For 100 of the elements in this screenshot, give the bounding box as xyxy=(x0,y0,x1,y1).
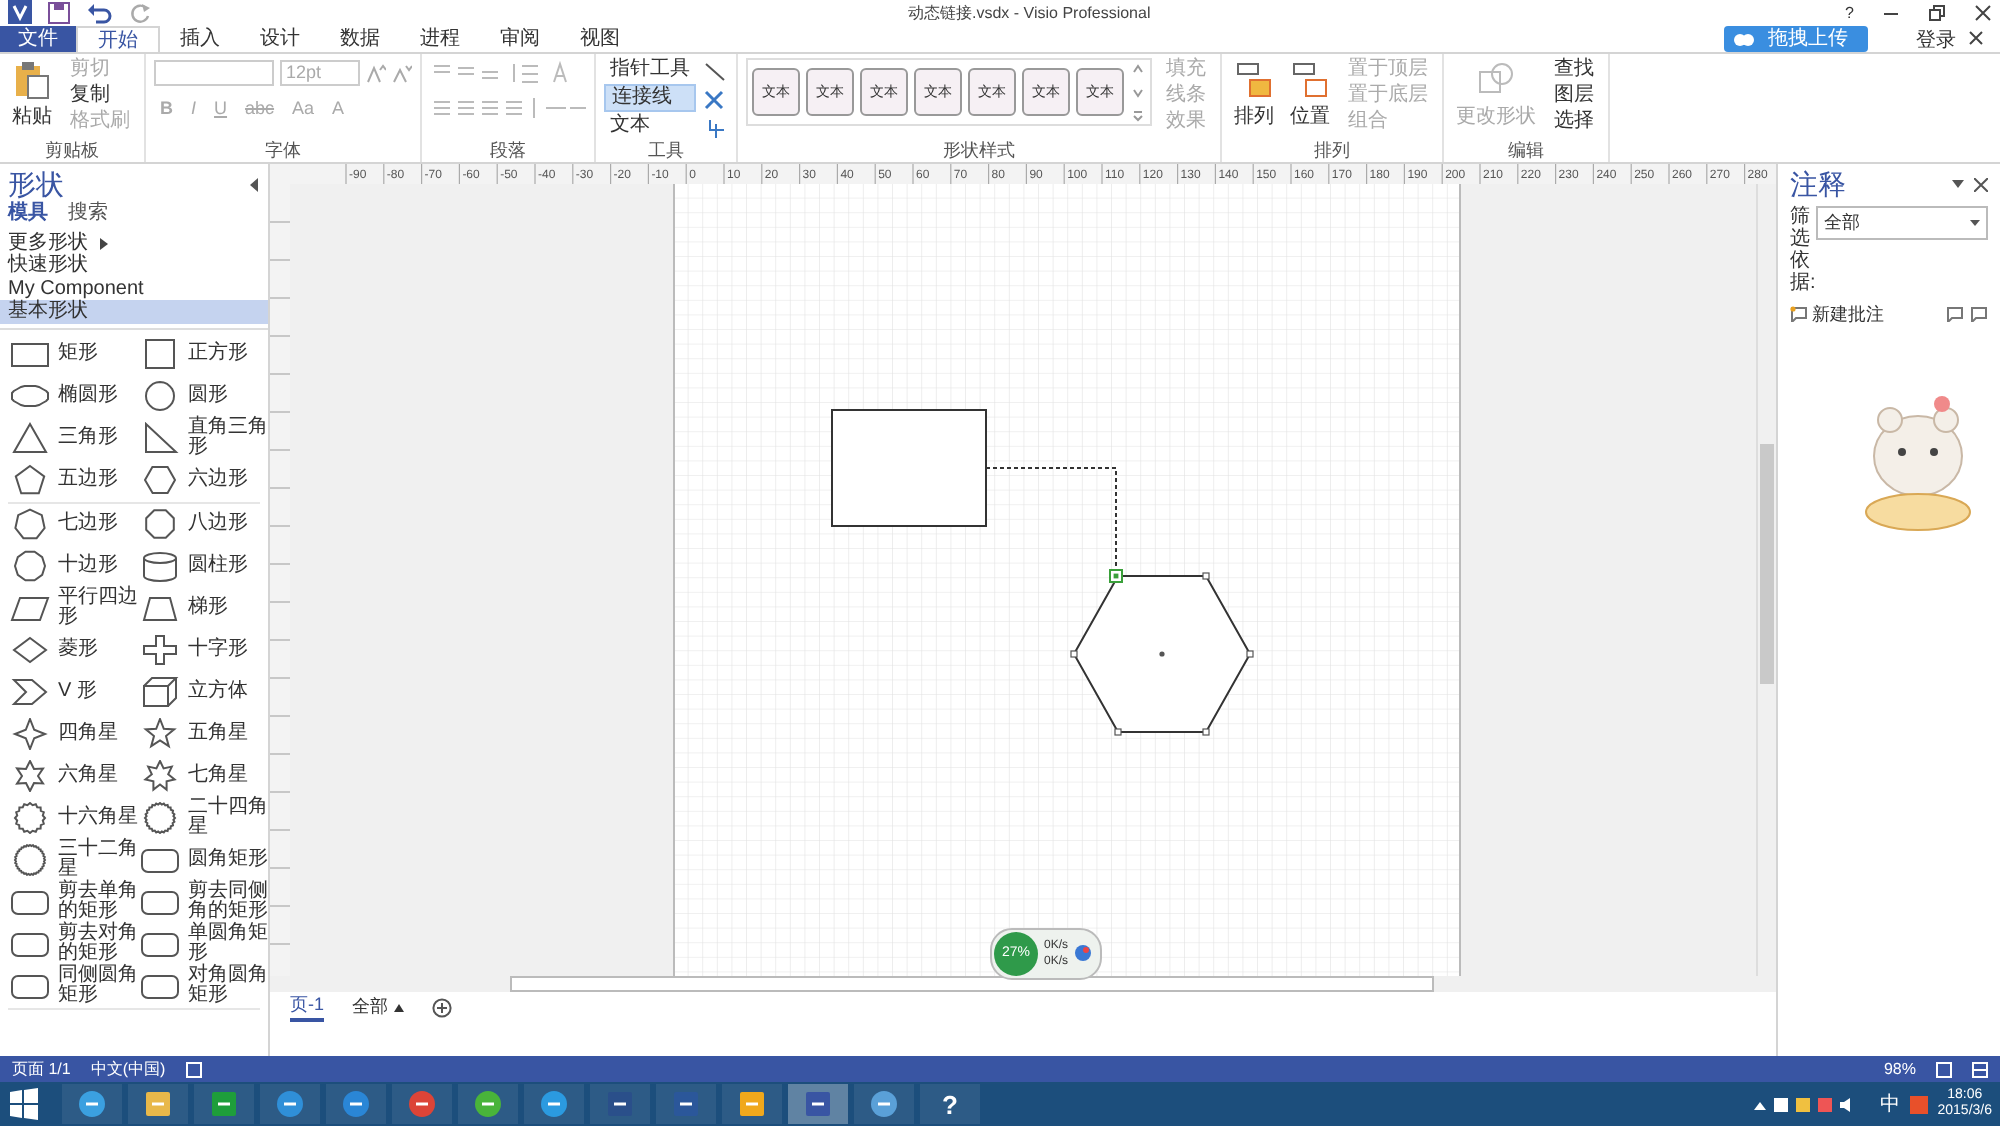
taskbar-app-icon[interactable] xyxy=(326,1084,386,1125)
ribbon-tab[interactable]: 数据 xyxy=(320,25,400,52)
dropdown-caret-icon[interactable] xyxy=(1952,180,1964,189)
ribbon-tab[interactable]: 视图 xyxy=(560,25,640,52)
shape-item[interactable]: 七边形 xyxy=(8,503,138,546)
connector-end-handle[interactable] xyxy=(1109,568,1123,583)
shape-item[interactable]: 梯形 xyxy=(138,587,268,630)
shape-item[interactable]: 六角星 xyxy=(8,755,138,798)
tool-button[interactable]: 连接线 xyxy=(604,83,696,112)
panel-tab[interactable]: 搜索 xyxy=(68,201,108,226)
shape-item[interactable]: 剪去单角的矩形 xyxy=(8,881,138,924)
add-page-icon[interactable] xyxy=(432,997,453,1018)
connection-point-icon[interactable] xyxy=(704,117,726,140)
shape-item[interactable]: 圆柱形 xyxy=(138,545,268,588)
close-icon[interactable] xyxy=(1968,30,1984,47)
new-comment-button[interactable]: 新建批注 xyxy=(1790,301,1940,328)
dashed-connector[interactable] xyxy=(985,466,1117,571)
shape-item[interactable]: 十边形 xyxy=(8,545,138,588)
login-link[interactable]: 登录 xyxy=(1916,25,1956,52)
shape-item[interactable]: 五边形 xyxy=(8,459,138,502)
previous-comment-icon[interactable] xyxy=(1946,306,1964,323)
stencil-item[interactable]: 快速形状 xyxy=(0,254,268,278)
ribbon-tab[interactable]: 进程 xyxy=(400,25,480,52)
font-name-field[interactable] xyxy=(154,60,274,87)
taskbar-app-icon[interactable] xyxy=(128,1084,188,1125)
shape-item[interactable]: 十字形 xyxy=(138,629,268,672)
filter-dropdown[interactable]: 全部 xyxy=(1816,205,1988,240)
taskbar-app-icon[interactable] xyxy=(722,1084,782,1125)
taskbar-app-icon[interactable] xyxy=(524,1084,584,1125)
shape-item[interactable]: 剪去同侧角的矩形 xyxy=(138,881,268,924)
all-pages-button[interactable]: 全部 xyxy=(352,994,405,1021)
shape-item[interactable]: 五角星 xyxy=(138,713,268,756)
taskbar-app-icon[interactable] xyxy=(788,1084,848,1125)
taskbar-app-icon[interactable] xyxy=(260,1084,320,1125)
help-button[interactable]: ? xyxy=(1845,3,1854,22)
ribbon-tab[interactable]: 审阅 xyxy=(480,25,560,52)
more-shapes-menu[interactable]: 更多形状 xyxy=(0,231,268,255)
paste-button[interactable]: 粘贴 xyxy=(8,57,56,132)
stencil-item[interactable]: 基本形状 xyxy=(0,300,268,324)
macro-icon[interactable] xyxy=(185,1061,202,1078)
shape-item[interactable]: 六边形 xyxy=(138,459,268,502)
ribbon-tab[interactable]: 文件 xyxy=(0,25,76,52)
shape-item[interactable]: 圆形 xyxy=(138,375,268,418)
switch-windows-icon[interactable] xyxy=(1972,1061,1988,1078)
shape-item[interactable]: 剪去对角的矩形 xyxy=(8,923,138,966)
shape-item[interactable]: 十六角星 xyxy=(8,797,138,840)
clipboard-button[interactable]: 复制 xyxy=(64,83,136,108)
editing-button[interactable]: 查找 xyxy=(1548,57,1600,82)
close-icon[interactable] xyxy=(704,89,724,110)
windows-start-icon[interactable] xyxy=(8,1088,40,1121)
close-icon[interactable] xyxy=(1974,177,1988,192)
shape-item[interactable]: 三十二角星 xyxy=(8,839,138,882)
tool-button[interactable]: 文本 xyxy=(604,113,696,138)
shape-item[interactable]: 椭圆形 xyxy=(8,375,138,418)
shape-item[interactable]: 三角形 xyxy=(8,417,138,460)
shape-item[interactable]: 平行四边形 xyxy=(8,587,138,630)
gallery-scroll-icon[interactable] xyxy=(1130,59,1146,124)
tool-button[interactable]: 指针工具 xyxy=(604,57,696,82)
help-taskbar-button[interactable]: ? xyxy=(920,1084,980,1125)
hexagon-shape[interactable] xyxy=(1070,572,1254,736)
shape-item[interactable]: 菱形 xyxy=(8,629,138,672)
editing-button[interactable]: 图层 xyxy=(1548,83,1600,108)
restore-icon[interactable] xyxy=(1928,3,1946,22)
page-tab[interactable]: 页-1 xyxy=(290,992,325,1023)
shape-item[interactable]: 圆角矩形 xyxy=(138,839,268,882)
save-icon[interactable] xyxy=(48,1,70,24)
shape-item[interactable]: 对角圆角矩形 xyxy=(138,965,268,1008)
stencil-item[interactable]: My Component xyxy=(0,277,268,301)
rectangle-shape[interactable] xyxy=(831,408,987,527)
shape-item[interactable]: 直角三角形 xyxy=(138,417,268,460)
editing-button[interactable]: 选择 xyxy=(1548,109,1600,134)
grow-font-icon[interactable] xyxy=(366,63,386,84)
shrink-font-icon[interactable] xyxy=(392,63,412,84)
taskbar-app-icon[interactable] xyxy=(854,1084,914,1125)
collapse-icon[interactable] xyxy=(250,177,260,192)
undo-icon[interactable] xyxy=(86,1,114,24)
arrange-button[interactable]: 位置 xyxy=(1286,57,1334,132)
shape-item[interactable]: 四角星 xyxy=(8,713,138,756)
shape-item[interactable]: 同侧圆角矩形 xyxy=(8,965,138,1008)
ribbon-tab[interactable]: 开始 xyxy=(76,25,160,52)
close-icon[interactable] xyxy=(1974,3,1992,22)
redo-icon[interactable] xyxy=(130,1,152,24)
fit-page-icon[interactable] xyxy=(1936,1061,1952,1078)
tray-app-icon[interactable] xyxy=(1909,1095,1928,1114)
shape-item[interactable]: 二十四角星 xyxy=(138,797,268,840)
shape-item[interactable]: 立方体 xyxy=(138,671,268,714)
line-tool-icon[interactable] xyxy=(704,61,728,82)
ribbon-tab[interactable]: 插入 xyxy=(160,25,240,52)
shape-item[interactable]: 矩形 xyxy=(8,333,138,376)
taskbar-app-icon[interactable] xyxy=(62,1084,122,1125)
shape-item[interactable]: 八边形 xyxy=(138,503,268,546)
input-method-indicator[interactable]: 中 xyxy=(1879,1090,1900,1119)
shape-item[interactable]: 单圆角矩形 xyxy=(138,923,268,966)
panel-tab[interactable]: 模具 xyxy=(8,201,48,226)
arrange-button[interactable]: 排列 xyxy=(1230,57,1278,132)
shape-item[interactable]: 七角星 xyxy=(138,755,268,798)
ribbon-tab[interactable]: 设计 xyxy=(240,25,320,52)
shape-item[interactable]: V 形 xyxy=(8,671,138,714)
shape-item[interactable]: 正方形 xyxy=(138,333,268,376)
next-comment-icon[interactable] xyxy=(1970,306,1988,323)
